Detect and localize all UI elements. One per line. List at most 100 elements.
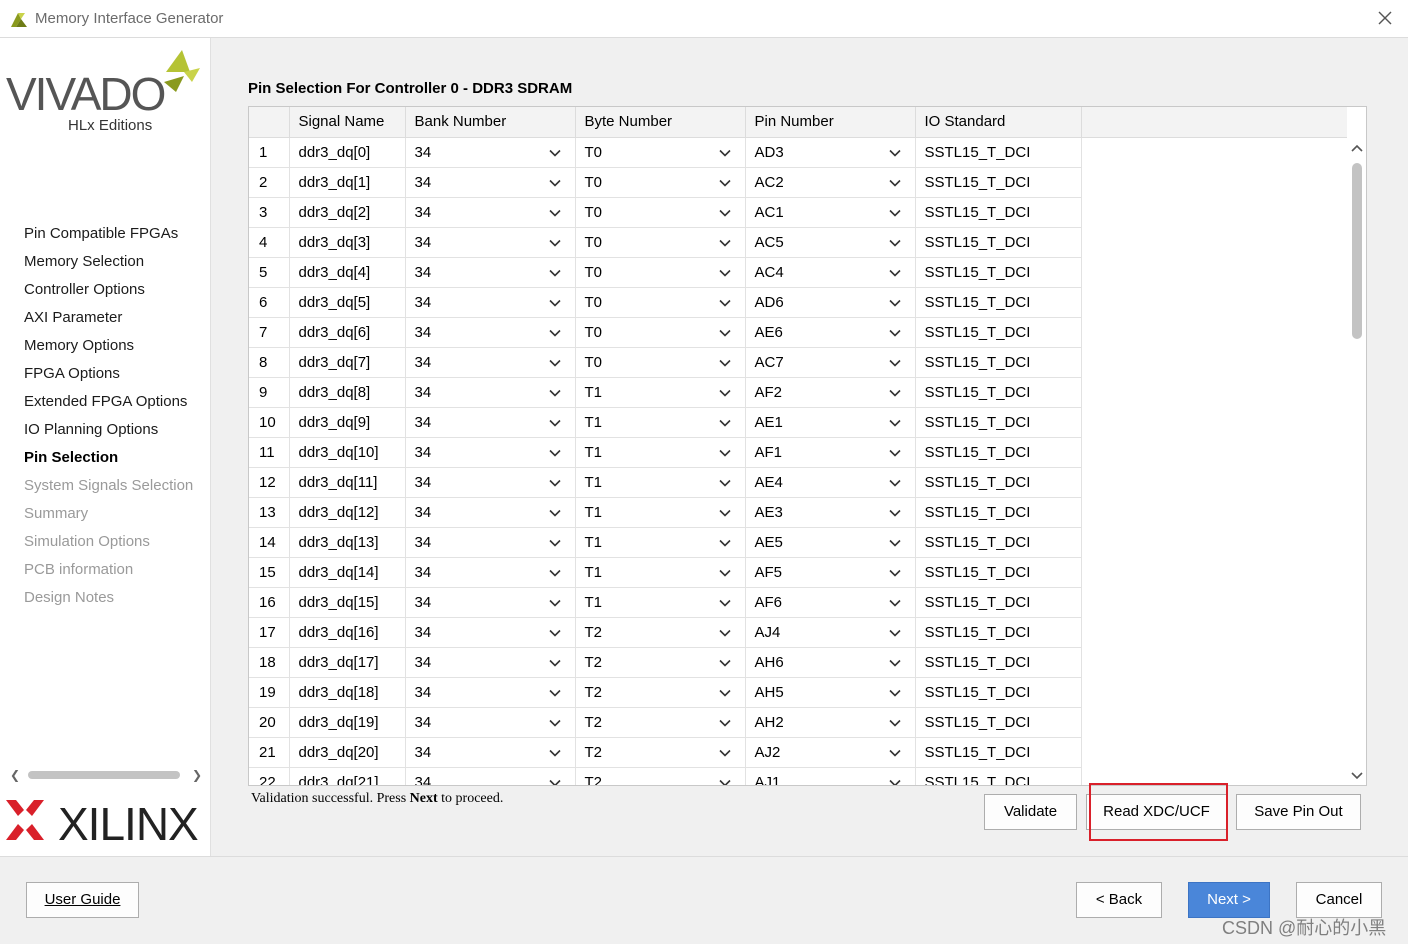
bank-number-select[interactable]: 34 bbox=[405, 677, 576, 708]
bank-number-select[interactable]: 34 bbox=[405, 767, 576, 785]
table-row[interactable]: 7 ddr3_dq[6] 34 T0 AE6 SSTL15_T_DCI bbox=[249, 317, 1347, 348]
table-row[interactable]: 17 ddr3_dq[16] 34 T2 AJ4 SSTL15_T_DCI bbox=[249, 617, 1347, 648]
pin-number-select[interactable]: AJ4 bbox=[745, 617, 916, 648]
table-row[interactable]: 11 ddr3_dq[10] 34 T1 AF1 SSTL15_T_DCI bbox=[249, 437, 1347, 468]
bank-number-select[interactable]: 34 bbox=[405, 647, 576, 678]
table-row[interactable]: 8 ddr3_dq[7] 34 T0 AC7 SSTL15_T_DCI bbox=[249, 347, 1347, 378]
pin-number-select[interactable]: AD6 bbox=[745, 287, 916, 318]
pin-number-select[interactable]: AC4 bbox=[745, 257, 916, 288]
byte-number-select[interactable]: T1 bbox=[575, 497, 746, 528]
bank-number-select[interactable]: 34 bbox=[405, 317, 576, 348]
byte-number-select[interactable]: T2 bbox=[575, 677, 746, 708]
byte-number-select[interactable]: T0 bbox=[575, 137, 746, 168]
pin-number-select[interactable]: AH6 bbox=[745, 647, 916, 678]
bank-number-select[interactable]: 34 bbox=[405, 527, 576, 558]
bank-number-select[interactable]: 34 bbox=[405, 347, 576, 378]
sidebar-horizontal-scrollbar[interactable]: ❮ ❯ bbox=[8, 766, 204, 784]
table-vertical-scrollbar[interactable] bbox=[1348, 137, 1366, 785]
bank-number-select[interactable]: 34 bbox=[405, 197, 576, 228]
bank-number-select[interactable]: 34 bbox=[405, 497, 576, 528]
bank-number-select[interactable]: 34 bbox=[405, 287, 576, 318]
bank-number-select[interactable]: 34 bbox=[405, 437, 576, 468]
sidebar-item-memory-selection[interactable]: Memory Selection bbox=[24, 252, 193, 280]
close-icon[interactable] bbox=[1376, 9, 1394, 27]
sidebar-item-axi-parameter[interactable]: AXI Parameter bbox=[24, 308, 193, 336]
table-row[interactable]: 12 ddr3_dq[11] 34 T1 AE4 SSTL15_T_DCI bbox=[249, 467, 1347, 498]
sidebar-item-memory-options[interactable]: Memory Options bbox=[24, 336, 193, 364]
sidebar-item-controller-options[interactable]: Controller Options bbox=[24, 280, 193, 308]
table-row[interactable]: 6 ddr3_dq[5] 34 T0 AD6 SSTL15_T_DCI bbox=[249, 287, 1347, 318]
pin-number-select[interactable]: AE5 bbox=[745, 527, 916, 558]
byte-number-select[interactable]: T0 bbox=[575, 317, 746, 348]
byte-number-select[interactable]: T1 bbox=[575, 587, 746, 618]
table-row[interactable]: 15 ddr3_dq[14] 34 T1 AF5 SSTL15_T_DCI bbox=[249, 557, 1347, 588]
sidebar-item-extended-fpga-options[interactable]: Extended FPGA Options bbox=[24, 392, 193, 420]
bank-number-select[interactable]: 34 bbox=[405, 377, 576, 408]
byte-number-select[interactable]: T0 bbox=[575, 227, 746, 258]
back-button[interactable]: < Back bbox=[1076, 882, 1162, 918]
next-button[interactable]: Next > bbox=[1188, 882, 1270, 918]
scroll-down-icon[interactable] bbox=[1351, 769, 1363, 781]
sidebar-item-pin-compatible-fpgas[interactable]: Pin Compatible FPGAs bbox=[24, 224, 193, 252]
table-row[interactable]: 18 ddr3_dq[17] 34 T2 AH6 SSTL15_T_DCI bbox=[249, 647, 1347, 678]
pin-number-select[interactable]: AJ2 bbox=[745, 737, 916, 768]
table-row[interactable]: 10 ddr3_dq[9] 34 T1 AE1 SSTL15_T_DCI bbox=[249, 407, 1347, 438]
byte-number-select[interactable]: T1 bbox=[575, 407, 746, 438]
bank-number-select[interactable]: 34 bbox=[405, 257, 576, 288]
pin-number-select[interactable]: AF6 bbox=[745, 587, 916, 618]
cancel-button[interactable]: Cancel bbox=[1296, 882, 1382, 918]
bank-number-select[interactable]: 34 bbox=[405, 617, 576, 648]
pin-number-select[interactable]: AE4 bbox=[745, 467, 916, 498]
pin-number-select[interactable]: AF1 bbox=[745, 437, 916, 468]
table-row[interactable]: 2 ddr3_dq[1] 34 T0 AC2 SSTL15_T_DCI bbox=[249, 167, 1347, 198]
pin-number-select[interactable]: AC2 bbox=[745, 167, 916, 198]
bank-number-select[interactable]: 34 bbox=[405, 707, 576, 738]
byte-number-select[interactable]: T0 bbox=[575, 167, 746, 198]
save-pin-out-button[interactable]: Save Pin Out bbox=[1236, 794, 1361, 830]
scroll-left-icon[interactable]: ❮ bbox=[8, 766, 22, 784]
byte-number-select[interactable]: T1 bbox=[575, 557, 746, 588]
bank-number-select[interactable]: 34 bbox=[405, 737, 576, 768]
table-row[interactable]: 1 ddr3_dq[0] 34 T0 AD3 SSTL15_T_DCI bbox=[249, 137, 1347, 168]
user-guide-button[interactable]: User Guide bbox=[26, 882, 139, 918]
column-header-byte-number[interactable]: Byte Number bbox=[575, 107, 746, 138]
byte-number-select[interactable]: T0 bbox=[575, 197, 746, 228]
bank-number-select[interactable]: 34 bbox=[405, 467, 576, 498]
pin-number-select[interactable]: AE6 bbox=[745, 317, 916, 348]
table-row[interactable]: 4 ddr3_dq[3] 34 T0 AC5 SSTL15_T_DCI bbox=[249, 227, 1347, 258]
sidebar-item-pin-selection[interactable]: Pin Selection bbox=[24, 448, 193, 476]
pin-number-select[interactable]: AC7 bbox=[745, 347, 916, 378]
bank-number-select[interactable]: 34 bbox=[405, 587, 576, 618]
validate-button[interactable]: Validate bbox=[984, 794, 1077, 830]
table-row[interactable]: 20 ddr3_dq[19] 34 T2 AH2 SSTL15_T_DCI bbox=[249, 707, 1347, 738]
column-header-pin-number[interactable]: Pin Number bbox=[745, 107, 916, 138]
pin-number-select[interactable]: AC5 bbox=[745, 227, 916, 258]
pin-number-select[interactable]: AE1 bbox=[745, 407, 916, 438]
table-row[interactable]: 9 ddr3_dq[8] 34 T1 AF2 SSTL15_T_DCI bbox=[249, 377, 1347, 408]
byte-number-select[interactable]: T1 bbox=[575, 527, 746, 558]
table-row[interactable]: 19 ddr3_dq[18] 34 T2 AH5 SSTL15_T_DCI bbox=[249, 677, 1347, 708]
pin-number-select[interactable]: AJ1 bbox=[745, 767, 916, 785]
byte-number-select[interactable]: T2 bbox=[575, 707, 746, 738]
column-header-io-standard[interactable]: IO Standard bbox=[915, 107, 1082, 138]
column-header-bank-number[interactable]: Bank Number bbox=[405, 107, 576, 138]
table-row[interactable]: 3 ddr3_dq[2] 34 T0 AC1 SSTL15_T_DCI bbox=[249, 197, 1347, 228]
pin-number-select[interactable]: AH2 bbox=[745, 707, 916, 738]
byte-number-select[interactable]: T2 bbox=[575, 737, 746, 768]
column-header-signal-name[interactable]: Signal Name bbox=[289, 107, 406, 138]
pin-number-select[interactable]: AD3 bbox=[745, 137, 916, 168]
byte-number-select[interactable]: T2 bbox=[575, 767, 746, 785]
scroll-right-icon[interactable]: ❯ bbox=[190, 766, 204, 784]
scrollbar-thumb[interactable] bbox=[28, 771, 180, 779]
table-row[interactable]: 5 ddr3_dq[4] 34 T0 AC4 SSTL15_T_DCI bbox=[249, 257, 1347, 288]
table-row[interactable]: 21 ddr3_dq[20] 34 T2 AJ2 SSTL15_T_DCI bbox=[249, 737, 1347, 768]
bank-number-select[interactable]: 34 bbox=[405, 167, 576, 198]
pin-number-select[interactable]: AE3 bbox=[745, 497, 916, 528]
byte-number-select[interactable]: T1 bbox=[575, 437, 746, 468]
bank-number-select[interactable]: 34 bbox=[405, 557, 576, 588]
bank-number-select[interactable]: 34 bbox=[405, 227, 576, 258]
byte-number-select[interactable]: T2 bbox=[575, 647, 746, 678]
table-row[interactable]: 16 ddr3_dq[15] 34 T1 AF6 SSTL15_T_DCI bbox=[249, 587, 1347, 618]
bank-number-select[interactable]: 34 bbox=[405, 407, 576, 438]
scrollbar-thumb[interactable] bbox=[1352, 163, 1362, 339]
